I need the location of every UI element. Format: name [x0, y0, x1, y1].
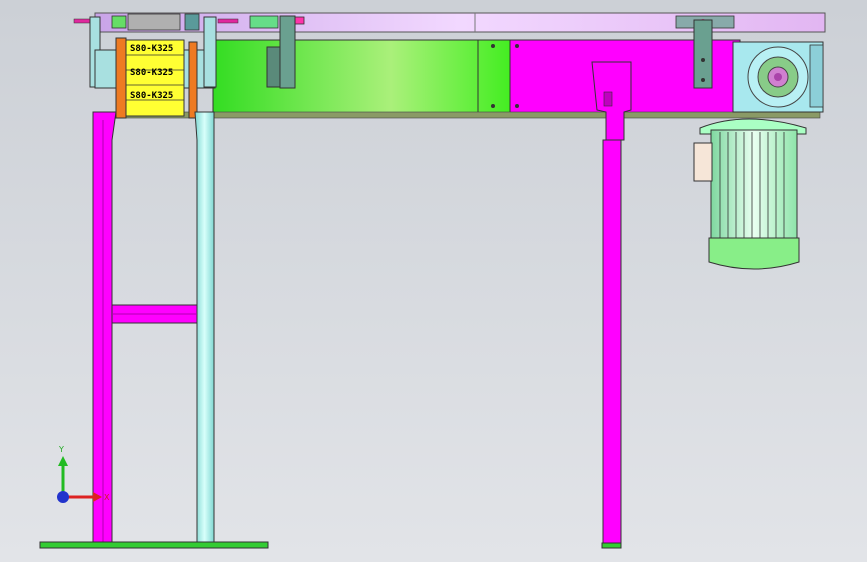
- cad-viewport[interactable]: S80-K325 S80-K325 S80-K325 Y X: [0, 0, 867, 562]
- conveyor-assembly-model[interactable]: S80-K325 S80-K325 S80-K325 Y X: [0, 0, 867, 562]
- chain-label-2: S80-K325: [130, 68, 173, 78]
- left-leg-magenta[interactable]: [92, 111, 117, 546]
- left-leg-cyan[interactable]: [194, 111, 215, 546]
- drive-motor[interactable]: [693, 118, 807, 270]
- chain-label-1: S80-K325: [130, 44, 173, 54]
- right-leg[interactable]: [591, 61, 632, 549]
- belt-underside: [111, 111, 821, 119]
- chain-label-3: S80-K325: [130, 91, 173, 101]
- triad-x-label: X: [104, 493, 110, 502]
- triad-y-label: Y: [58, 445, 64, 454]
- chain-sprocket[interactable]: S80-K325 S80-K325 S80-K325: [125, 39, 185, 117]
- gearbox[interactable]: [732, 41, 824, 113]
- leg-crossbar[interactable]: [111, 304, 198, 324]
- base-plate[interactable]: [39, 541, 269, 549]
